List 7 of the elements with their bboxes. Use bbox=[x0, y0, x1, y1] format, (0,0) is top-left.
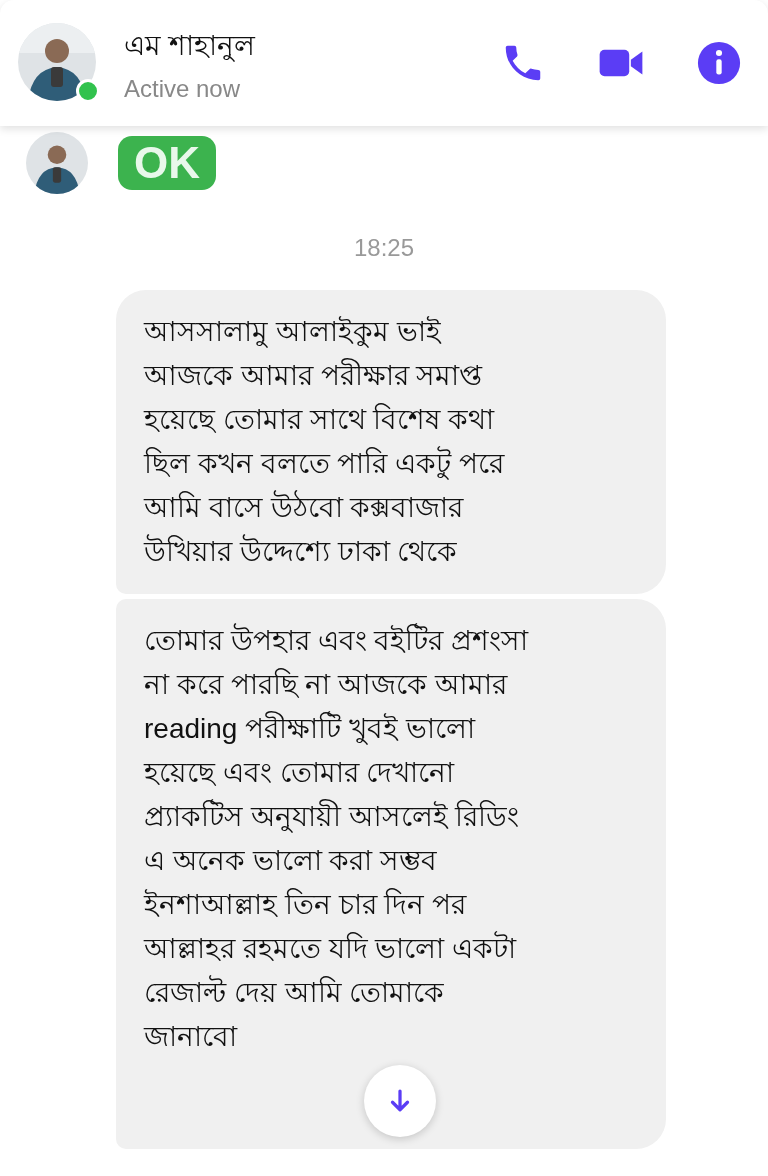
info-icon[interactable] bbox=[696, 40, 742, 86]
ok-sticker: OK bbox=[118, 136, 216, 190]
message-text: তোমার উপহার এবং বইটির প্রশংসা না করে পারছি না আজকে আমার reading পরীক্ষাটি খুবই ভালো হয়েছে এবং তোমার দেখানো প্র্যাকটিস অনুযায়ী আসলেই রিডিং এ অনেক ভালো করা সম্ভব ইনশাআল্লাহ তিন চার দিন পর আল্লাহর রহমতে যদি ভালো একটা রেজাল্ট দেয় আমি তোমাকে জানাবো bbox=[144, 622, 530, 1054]
message-text: আসসালামু আলাইকুম ভাই আজকে আমার পরীক্ষার সমাপ্ত হয়েছে তোমার সাথে বিশেষ কথা ছিল কখন বলতে পারি একটু পরে আমি বাসে উঠবো কক্সবাজার উখিয়ার উদ্দেশ্যে ঢাকা থেকে bbox=[144, 315, 506, 569]
status-text: Active now bbox=[124, 74, 242, 103]
contact-name: এম শাহানুল bbox=[124, 28, 257, 64]
timestamp: 18:25 bbox=[352, 234, 416, 262]
